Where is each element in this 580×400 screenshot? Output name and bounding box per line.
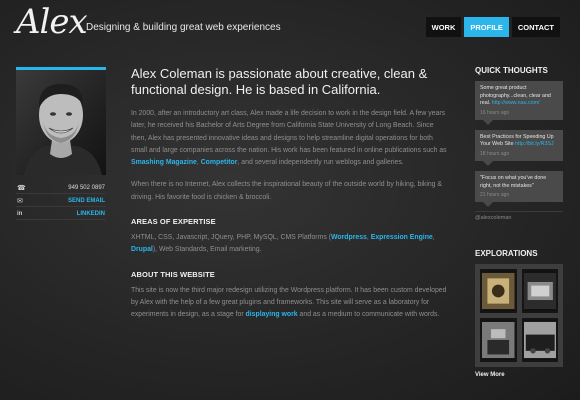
phone-icon: ☎: [17, 184, 26, 192]
about-paragraph: This site is now the third major redesig…: [131, 286, 447, 319]
intro-paragraph: In 2000, after an introductory art class…: [131, 110, 447, 167]
exploration-thumb[interactable]: [480, 318, 517, 363]
tweet-item: Some great product photography...clean, …: [475, 81, 563, 125]
personal-paragraph: When there is no Internet, Alex collects…: [131, 181, 443, 201]
quick-thoughts-heading: QUICK THOUGHTS: [475, 66, 548, 75]
tweet-item: Best Practices for Speeding Up Your Web …: [475, 129, 563, 167]
tweet-time: 16 hours ago: [480, 109, 510, 116]
drupal-link[interactable]: Drupal: [131, 246, 153, 253]
twitter-handle[interactable]: @alexcoleman: [475, 211, 563, 221]
mail-icon: ✉: [17, 197, 23, 205]
nav-work[interactable]: WORK: [425, 17, 462, 37]
exploration-thumb[interactable]: [480, 269, 517, 314]
tweet-time: 18 hours ago: [480, 150, 510, 157]
phone-row: ☎ 949 502 0897: [16, 182, 106, 194]
tweet-time: 21 hours ago: [480, 192, 510, 199]
contact-list: ☎ 949 502 0897 ✉ SEND EMAIL in LINKEDIN: [16, 182, 106, 220]
smashing-magazine-link[interactable]: Smashing Magazine: [131, 159, 197, 166]
displaying-work-link[interactable]: displaying work: [246, 311, 298, 318]
right-sidebar: QUICK THOUGHTS Some great product photog…: [475, 66, 563, 378]
avatar: [16, 67, 106, 175]
tweet-link[interactable]: http://www.nau.com/: [492, 100, 540, 106]
competitor-link[interactable]: Competitor: [201, 159, 238, 166]
send-email-link[interactable]: SEND EMAIL: [68, 198, 105, 204]
email-row[interactable]: ✉ SEND EMAIL: [16, 195, 106, 207]
page-headline: Alex Coleman is passionate about creativ…: [131, 66, 428, 97]
explorations-gallery: [475, 264, 563, 368]
expression-engine-link[interactable]: Expression Engine: [371, 234, 433, 241]
logo[interactable]: Alex: [16, 2, 88, 42]
main-content: Alex Coleman is passionate about creativ…: [131, 66, 449, 322]
main-nav: WORK PROFILE CONTACT: [425, 17, 560, 37]
expertise-paragraph: XHTML, CSS, Javascript, JQuery, PHP, MyS…: [131, 234, 435, 254]
tagline: Designing & building great web experienc…: [86, 22, 281, 33]
profile-sidebar: ☎ 949 502 0897 ✉ SEND EMAIL in LINKEDIN: [16, 67, 106, 220]
view-more-link[interactable]: View More: [475, 372, 563, 378]
tweet-item: "Focus on what you've done right, not th…: [475, 170, 563, 208]
tweet-link[interactable]: http://bit.ly/R3SJ: [515, 141, 554, 147]
linkedin-link[interactable]: LINKEDIN: [77, 211, 105, 217]
header: Alex Designing & building great web expe…: [0, 0, 580, 56]
about-heading: ABOUT THIS WEBSITE: [131, 269, 215, 279]
expertise-heading: AREAS OF EXPERTISE: [131, 217, 216, 227]
linkedin-row[interactable]: in LINKEDIN: [16, 208, 106, 220]
explorations-heading: EXPLORATIONS: [475, 249, 538, 259]
wordpress-link[interactable]: Wordpress: [331, 234, 367, 241]
exploration-thumb[interactable]: [521, 269, 558, 314]
nav-contact[interactable]: CONTACT: [511, 17, 560, 37]
linkedin-icon: in: [17, 210, 23, 217]
nav-profile[interactable]: PROFILE: [464, 17, 509, 37]
phone-number: 949 502 0897: [68, 184, 105, 191]
exploration-thumb[interactable]: [521, 318, 558, 363]
